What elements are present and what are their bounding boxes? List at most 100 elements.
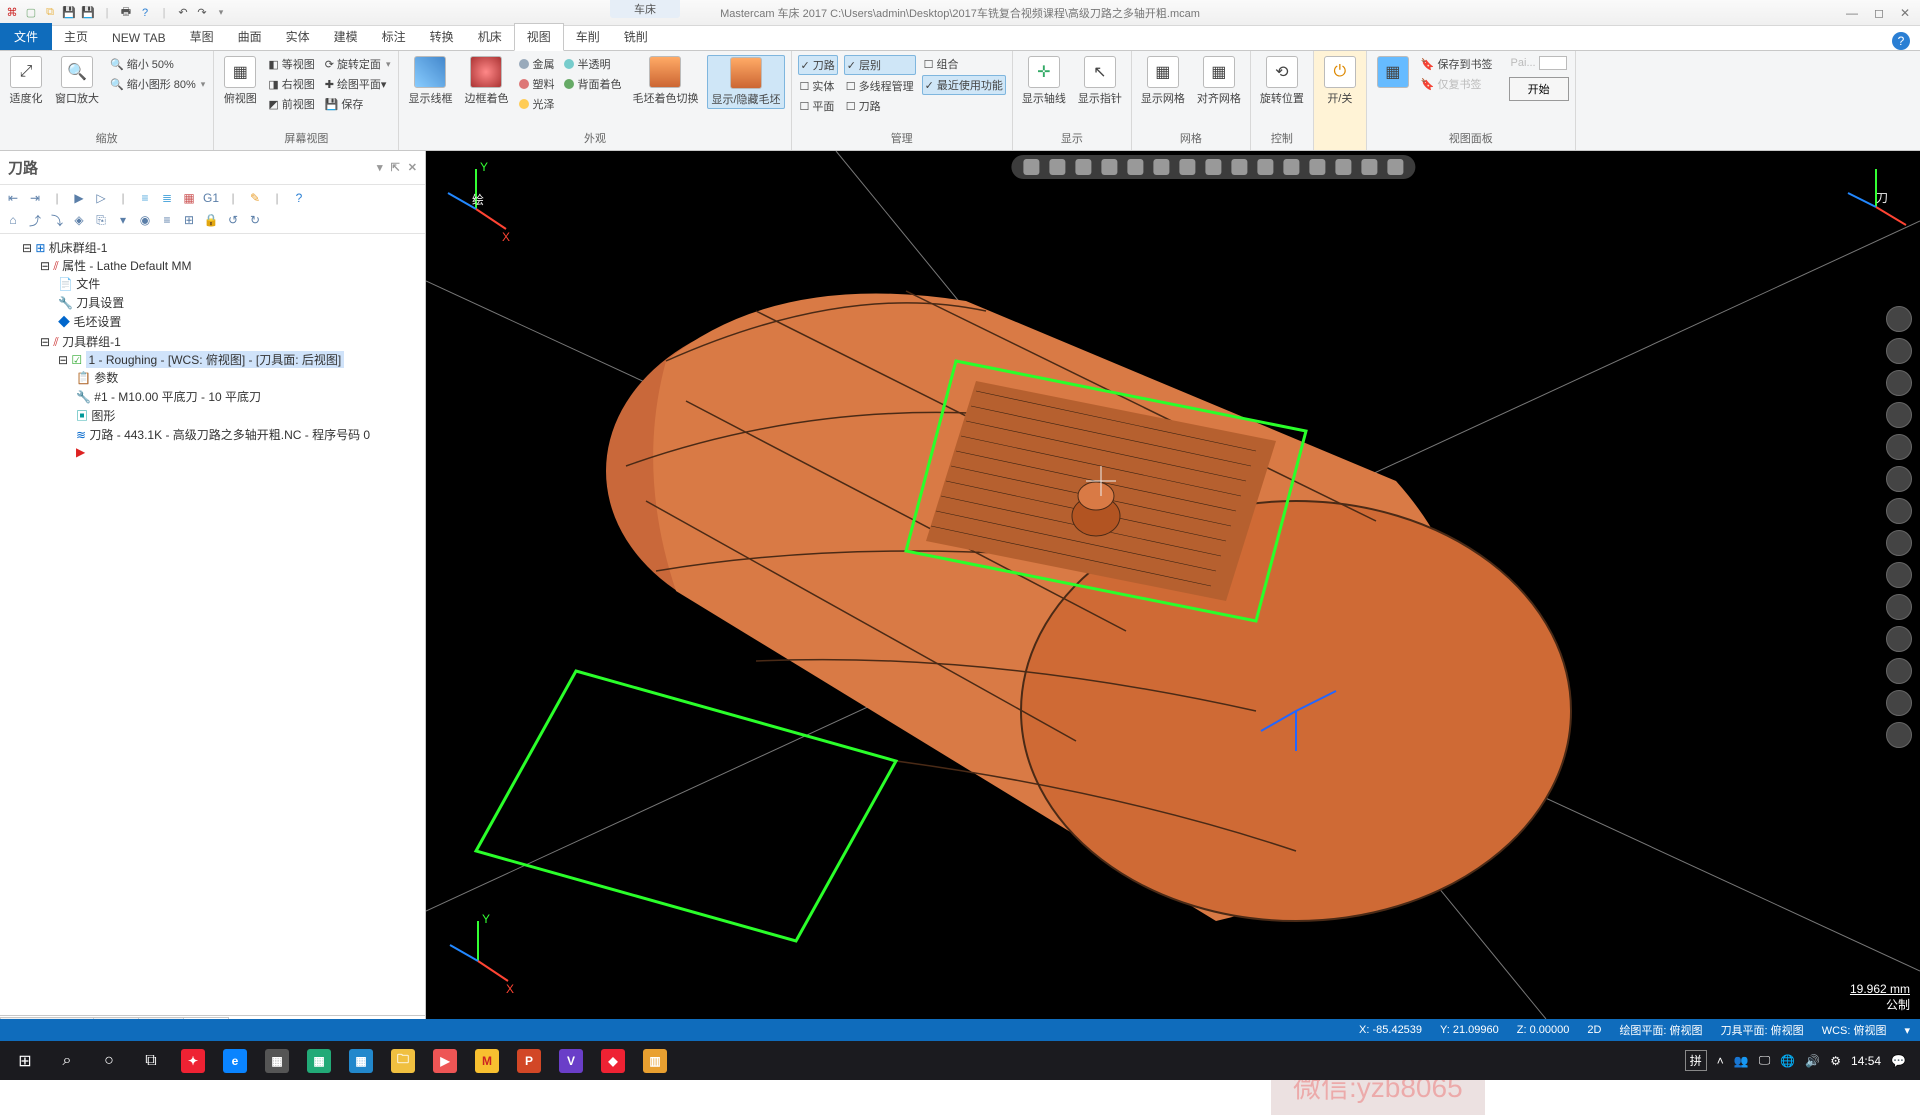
togglestock-button[interactable]: 显示/隐藏毛坯	[707, 55, 784, 109]
close-button[interactable]: ✕	[1900, 6, 1910, 20]
undo-icon[interactable]: ↶	[175, 5, 191, 21]
snap-grid[interactable]: ▦对齐网格	[1194, 55, 1244, 107]
mat-plastic[interactable]: 塑料	[517, 75, 556, 93]
vptb-icon[interactable]	[1387, 159, 1403, 175]
tbtn[interactable]: ⤴	[26, 211, 44, 229]
tree-toolgroup[interactable]: ⊟ ⫽ 刀具群组-1 ⊟ ☑ 1 - Roughing - [WCS: 俯视图]…	[40, 332, 421, 462]
status-extra[interactable]: ▾	[1904, 1024, 1910, 1037]
tb-app[interactable]: ✦	[172, 1045, 214, 1077]
rotfix2[interactable]: ✚ 绘图平面▾	[323, 75, 393, 93]
zoom-window-button[interactable]: 🔍窗口放大	[52, 55, 102, 107]
rail-btn[interactable]	[1886, 658, 1912, 684]
rail-btn[interactable]	[1886, 562, 1912, 588]
vptb-icon[interactable]	[1257, 159, 1273, 175]
tbtn[interactable]: ↻	[246, 211, 264, 229]
start-button[interactable]: ⊞	[4, 1045, 46, 1077]
backshade[interactable]: 背面着色	[562, 75, 623, 93]
m-layer[interactable]: ✓ 层别	[844, 55, 916, 75]
tree-param[interactable]: 📋 参数	[76, 368, 421, 387]
tbtn[interactable]: ≡	[158, 211, 176, 229]
tab-newtab[interactable]: NEW TAB	[100, 27, 178, 50]
zoom-out-50[interactable]: 🔍 缩小 50%	[108, 55, 207, 73]
tab-xform[interactable]: 转换	[418, 24, 466, 50]
rail-btn[interactable]	[1886, 434, 1912, 460]
tree-stock[interactable]: ◆ 毛坯设置	[58, 312, 421, 331]
tb-app[interactable]: ▥	[634, 1045, 676, 1077]
tree-prop[interactable]: ⊟ ⫽ 属性 - Lathe Default MM 📄 文件 🔧 刀具设置 ◆ …	[40, 256, 421, 332]
status-wcs[interactable]: WCS: 俯视图	[1822, 1022, 1887, 1038]
tbtn[interactable]: ⎘	[92, 211, 110, 229]
rail-btn[interactable]	[1886, 466, 1912, 492]
tbtn[interactable]: |	[114, 189, 132, 207]
m-plane[interactable]: ☐ 平面	[798, 97, 838, 115]
help-button[interactable]: ?	[1892, 32, 1910, 50]
tb-app[interactable]: ◆	[592, 1045, 634, 1077]
tb-app[interactable]: ▶	[424, 1045, 466, 1077]
tbtn[interactable]: ▷	[92, 189, 110, 207]
vptb-icon[interactable]	[1283, 159, 1299, 175]
stockcolor-button[interactable]: 毛坯着色切换	[629, 55, 701, 107]
rail-btn[interactable]	[1886, 594, 1912, 620]
open-icon[interactable]: ⧉	[42, 5, 58, 21]
viewport-toolbar[interactable]	[1011, 155, 1415, 179]
m-solid[interactable]: ☐ 实体	[798, 77, 838, 95]
m-paths[interactable]: ✓ 刀路	[798, 55, 838, 75]
tray-net-icon[interactable]: 🌐	[1780, 1054, 1795, 1068]
tab-solid[interactable]: 实体	[274, 24, 322, 50]
tree-tool[interactable]: 🔧 #1 - M10.00 平底刀 - 10 平底刀	[76, 387, 421, 406]
rotate-pos[interactable]: ⟲旋转位置	[1257, 55, 1307, 107]
tbtn[interactable]: ≣	[158, 189, 176, 207]
mat-metal[interactable]: 金属	[517, 55, 556, 73]
save-icon[interactable]: 💾	[61, 5, 77, 21]
redo-icon[interactable]: ↷	[194, 5, 210, 21]
vptb-icon[interactable]	[1075, 159, 1091, 175]
tree-geom[interactable]: ▣ 图形	[76, 406, 421, 425]
rail-btn[interactable]	[1886, 402, 1912, 428]
rail-btn[interactable]	[1886, 306, 1912, 332]
tab-surface[interactable]: 曲面	[226, 24, 274, 50]
rail-btn[interactable]	[1886, 370, 1912, 396]
translucent[interactable]: 半透明	[562, 55, 623, 73]
vptb-icon[interactable]	[1101, 159, 1117, 175]
viewpanel-btn[interactable]: ▦	[1373, 55, 1413, 89]
rail-btn[interactable]	[1886, 530, 1912, 556]
taskview-icon[interactable]: ⧉	[130, 1045, 172, 1077]
tb-app[interactable]: V	[550, 1045, 592, 1077]
tbtn[interactable]: ✎	[246, 189, 264, 207]
vptb-icon[interactable]	[1231, 159, 1247, 175]
m-paths2[interactable]: ☐ 刀路	[844, 97, 916, 115]
tray-time[interactable]: 14:54	[1851, 1054, 1881, 1068]
vptb-icon[interactable]	[1153, 159, 1169, 175]
vptb-icon[interactable]	[1361, 159, 1377, 175]
search-icon[interactable]: ⌕	[46, 1045, 88, 1077]
zoom-out-80[interactable]: 🔍 缩小图形 80%	[108, 75, 207, 93]
tbtn[interactable]: ?	[290, 189, 308, 207]
start-button[interactable]: 开始	[1509, 77, 1569, 101]
tb-app[interactable]: ▦	[340, 1045, 382, 1077]
tray-screen-icon[interactable]: 🖵	[1759, 1053, 1771, 1068]
tb-edge[interactable]: e	[214, 1045, 256, 1077]
close-panel-icon[interactable]: ✕	[408, 161, 417, 174]
maximize-button[interactable]: ◻	[1874, 6, 1884, 20]
tbtn[interactable]: ▦	[180, 189, 198, 207]
tbtn[interactable]: |	[224, 189, 242, 207]
vptb-icon[interactable]	[1049, 159, 1065, 175]
mat-gloss[interactable]: 光泽	[517, 95, 556, 113]
print-icon[interactable]: 🖶	[118, 5, 134, 21]
topview-button[interactable]: ▦俯视图	[220, 55, 260, 107]
ime-indicator[interactable]: 拼	[1685, 1050, 1707, 1071]
tray-up-icon[interactable]: ˄	[1717, 1054, 1724, 1068]
show-cursor[interactable]: ↖显示指针	[1075, 55, 1125, 107]
rail-btn[interactable]	[1886, 498, 1912, 524]
tbtn[interactable]: ◈	[70, 211, 88, 229]
tbtn[interactable]: ⇤	[4, 189, 22, 207]
vptb-icon[interactable]	[1205, 159, 1221, 175]
tray-notif-icon[interactable]: 💬	[1891, 1054, 1906, 1068]
tray-vol-icon[interactable]: 🔊	[1805, 1054, 1820, 1068]
fit-button[interactable]: ⤢适度化	[6, 55, 46, 107]
show-axis[interactable]: ✛显示轴线	[1019, 55, 1069, 107]
tree-path[interactable]: ≋ 刀路 - 443.1K - 高级刀路之多轴开粗.NC - 程序号码 0	[76, 425, 421, 444]
tray-people-icon[interactable]: 👥	[1734, 1054, 1749, 1068]
tray-other-icon[interactable]: ⚙	[1830, 1054, 1841, 1068]
status-cplane[interactable]: 绘图平面: 俯视图	[1619, 1022, 1702, 1038]
